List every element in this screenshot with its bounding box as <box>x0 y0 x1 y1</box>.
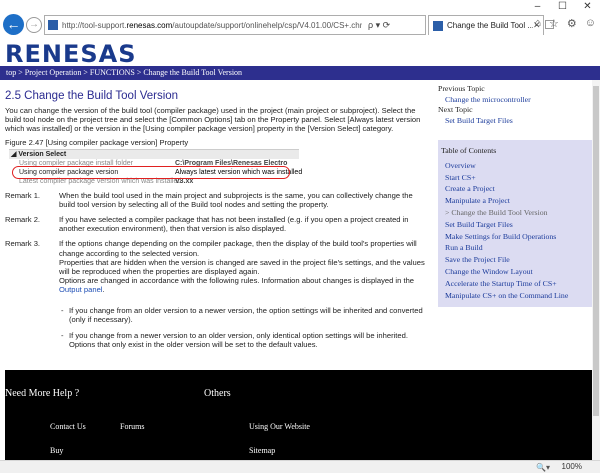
site-header: RENESAS <box>0 36 600 68</box>
property-figure: ◢ Version Select Using compiler package … <box>9 148 302 185</box>
remark-text-a: If the options change depending on the c… <box>59 239 417 258</box>
breadcrumb-sep: > <box>81 68 90 77</box>
status-bar: 🔍▾ 100% <box>0 460 600 473</box>
toc-heading: Table of Contents <box>441 146 497 155</box>
breadcrumb-current: Change the Build Tool Version <box>143 68 243 77</box>
browser-tab[interactable]: Change the Build Tool ... ✕ <box>428 15 544 35</box>
forward-button[interactable]: → <box>26 17 42 33</box>
back-button[interactable]: ← <box>3 14 24 35</box>
remark-text: When the build tool used in the main pro… <box>59 190 413 209</box>
maximize-button[interactable]: ☐ <box>550 0 575 14</box>
tab-favicon-icon <box>433 20 443 31</box>
settings-gear-icon[interactable]: ⚙ <box>567 17 577 30</box>
browser-tools: ⌂ ☆ ⚙ ☺ <box>534 17 596 30</box>
remark-text-b: Properties that are hidden when the vers… <box>59 257 425 277</box>
main-content: 2.5 Change the Build Tool Version You ca… <box>5 90 430 349</box>
address-url[interactable]: http://tool-support.renesas.com/autoupda… <box>62 21 362 30</box>
remark-label: Remark 1. <box>5 190 41 200</box>
window-controls: – ☐ ✕ <box>525 0 600 14</box>
buy-link[interactable]: Buy <box>50 446 63 455</box>
renesas-logo[interactable]: RENESAS <box>5 40 137 68</box>
toc-item[interactable]: Overview <box>438 160 596 172</box>
page-title: 2.5 Change the Build Tool Version <box>5 90 179 102</box>
contact-us-link[interactable]: Contact Us <box>50 422 86 431</box>
remark-text: If you have selected a compiler package … <box>59 215 409 234</box>
breadcrumb-top[interactable]: top <box>6 68 16 77</box>
favorites-icon[interactable]: ☆ <box>549 17 559 30</box>
forums-link[interactable]: Forums <box>120 422 144 431</box>
remark-1: Remark 1. When the build tool used in th… <box>5 191 430 209</box>
vertical-scrollbar[interactable] <box>592 80 600 460</box>
remark-text-c: Options are changed in accordance with t… <box>59 276 430 294</box>
remark-2: Remark 2. If you have selected a compile… <box>5 215 430 233</box>
zoom-icon[interactable]: 🔍▾ <box>536 463 550 472</box>
highlight-ellipse <box>12 165 290 179</box>
toc-item[interactable]: Make Settings for Build Operations <box>438 231 596 243</box>
toc-item[interactable]: Manipulate a Project <box>438 195 596 207</box>
intro-paragraph: You can change the version of the build … <box>5 106 421 134</box>
breadcrumb: top > Project Operation > FUNCTIONS > Ch… <box>6 68 242 77</box>
sidebar: Previous Topic Change the microcontrolle… <box>438 84 596 308</box>
toc-item[interactable]: Manipulate CS+ on the Command Line <box>438 290 596 302</box>
need-help-heading: Need More Help ? <box>5 388 80 399</box>
toc-item-current: > Change the Build Tool Version <box>445 207 548 217</box>
toc-item[interactable]: Accelerate the Startup Time of CS+ <box>438 278 596 290</box>
address-bar[interactable]: http://tool-support.renesas.com/autoupda… <box>44 15 426 35</box>
zoom-level[interactable]: 100% <box>562 462 582 471</box>
remark-text-d: . <box>102 285 105 295</box>
tab-title: Change the Build Tool ... <box>447 21 533 30</box>
next-topic-heading: Next Topic <box>438 105 473 114</box>
figure-category-header: ◢ Version Select <box>9 149 299 159</box>
close-window-button[interactable]: ✕ <box>575 0 600 14</box>
sitemap-link[interactable]: Sitemap <box>249 446 275 455</box>
toc-item[interactable]: Save the Project File <box>438 254 596 266</box>
next-topic-link[interactable]: Set Build Target Files <box>438 116 596 127</box>
toc-item[interactable]: Run a Build <box>438 242 596 254</box>
others-heading: Others <box>204 388 231 399</box>
breadcrumb-project-operation[interactable]: Project Operation <box>25 68 82 77</box>
minimize-button[interactable]: – <box>525 0 550 14</box>
breadcrumb-functions[interactable]: FUNCTIONS <box>90 68 135 77</box>
toc-item[interactable]: Set Build Target Files <box>438 219 596 231</box>
rule-bullet: If you change from an older version to a… <box>61 306 430 324</box>
remark-3: Remark 3. If the options change dependin… <box>5 239 430 294</box>
previous-topic-link[interactable]: Change the microcontroller <box>438 95 596 106</box>
topic-nav: Previous Topic Change the microcontrolle… <box>438 84 596 126</box>
remark-label: Remark 2. <box>5 215 41 225</box>
figure-caption: Figure 2.47 [Using compiler package vers… <box>5 137 189 147</box>
remark-label: Remark 3. <box>5 239 41 249</box>
table-of-contents: Table of Contents Overview Start CS+ Cre… <box>438 140 596 308</box>
feedback-smiley-icon[interactable]: ☺ <box>585 17 596 30</box>
output-panel-link[interactable]: Output panel <box>59 285 103 294</box>
remark-text: If the options change depending on the c… <box>59 239 430 294</box>
address-controls[interactable]: ρ ▾ ⟳ <box>368 20 390 31</box>
using-website-link[interactable]: Using Our Website <box>249 422 310 431</box>
site-favicon-icon <box>48 20 58 30</box>
remark-text-c-body: Options are changed in accordance with t… <box>59 276 415 286</box>
toc-item[interactable]: Start CS+ <box>438 172 596 184</box>
browser-toolbar: ← → http://tool-support.renesas.com/auto… <box>0 14 600 36</box>
toc-item[interactable]: Create a Project <box>438 183 596 195</box>
breadcrumb-sep: > <box>16 68 25 77</box>
site-footer: Need More Help ? Others Contact Us Forum… <box>5 370 600 460</box>
previous-topic-heading: Previous Topic <box>438 84 485 93</box>
home-icon[interactable]: ⌂ <box>534 17 541 30</box>
scrollbar-thumb[interactable] <box>593 86 599 416</box>
toc-item[interactable]: Change the Window Layout <box>438 266 596 278</box>
rule-bullet: If you change from a newer version to an… <box>61 331 430 349</box>
